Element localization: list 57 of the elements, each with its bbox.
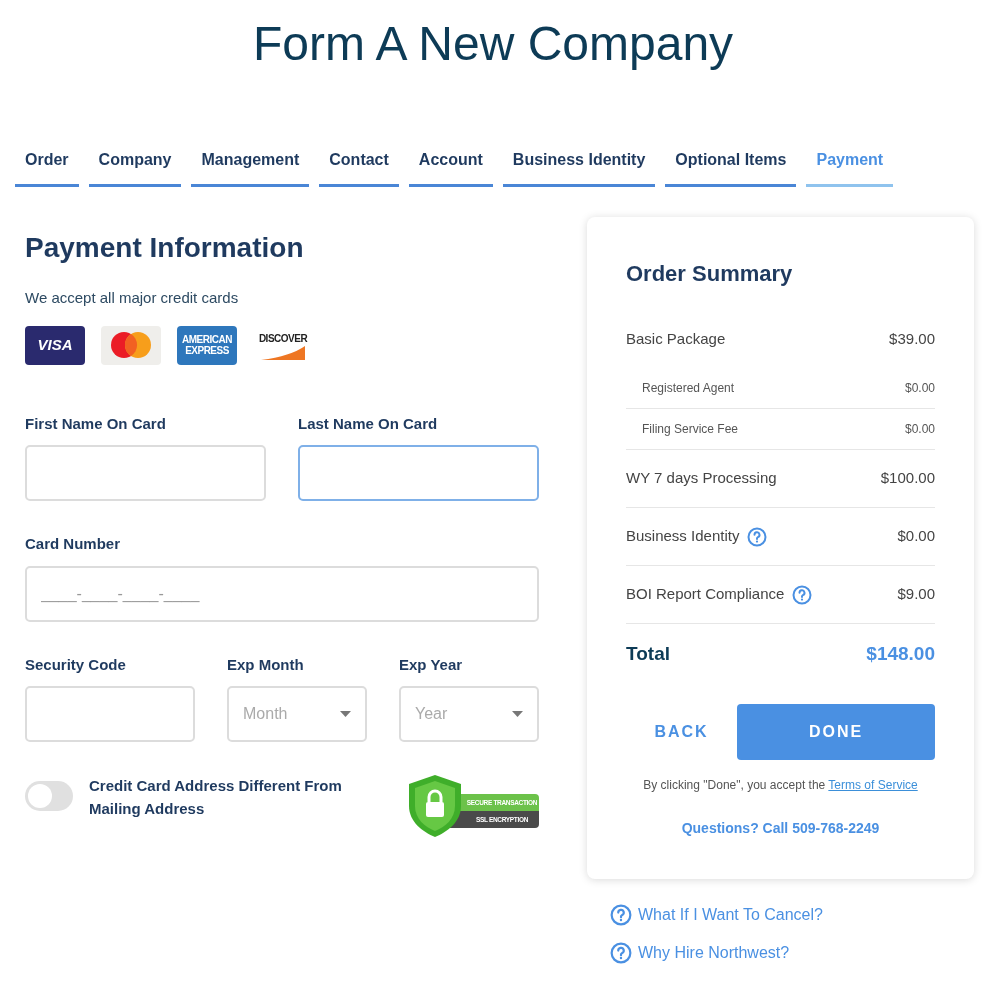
item-price: $0.00 [897, 526, 935, 547]
dropdown[interactable]: Year [399, 686, 539, 742]
step-tab[interactable]: Optional Items [665, 148, 797, 187]
step-tab[interactable]: Company [88, 148, 182, 187]
mastercard-logo [101, 325, 161, 365]
item-label: BOI Report Compliance [626, 584, 785, 605]
item-label: Registered Agent [642, 380, 735, 397]
amex-logo: AMERICAN EXPRESS [177, 325, 237, 365]
field-label: Card Number [25, 534, 122, 554]
total-label: Total [626, 641, 670, 666]
item-label: Business Identity [626, 526, 740, 547]
dropdown[interactable]: Month [227, 686, 367, 742]
field-label: Exp Month [227, 654, 305, 675]
visa-logo: VISA [25, 325, 85, 365]
accept-text: We accept all major credit cards [25, 288, 240, 308]
caret-icon [340, 711, 351, 717]
faq-link[interactable]: Why Hire Northwest? [638, 941, 790, 965]
item-label: Filing Service Fee [642, 421, 739, 438]
caret-icon [512, 711, 523, 717]
item-price: $100.00 [880, 468, 935, 489]
step-tab[interactable]: Management [191, 148, 310, 187]
help-icon[interactable] [747, 526, 768, 547]
field-label: First Name On Card [25, 413, 167, 434]
field-label: Exp Year [399, 654, 464, 675]
item-price: $0.00 [904, 380, 935, 397]
item-price: $9.00 [897, 584, 935, 605]
step-tab[interactable]: Contact [319, 148, 399, 187]
item-price: $0.00 [904, 421, 935, 438]
total-price: $148.00 [866, 641, 935, 666]
input-field[interactable] [25, 686, 195, 742]
item-price: $39.00 [889, 328, 935, 349]
faq-link[interactable]: What If I Want To Cancel? [638, 903, 823, 927]
input-field[interactable]: ____-____-____-____ [25, 565, 539, 622]
help-icon[interactable] [610, 942, 632, 964]
step-tab[interactable]: Payment [806, 148, 894, 187]
item-label: Basic Package [626, 328, 726, 349]
done-button[interactable]: DONE [737, 704, 935, 760]
terms-link[interactable]: Terms of Service [828, 778, 918, 792]
summary-heading: Order Summary [626, 260, 794, 288]
field-label: Security Code [25, 654, 127, 675]
step-tab[interactable]: Business Identity [502, 148, 656, 187]
field-label: Last Name On Card [298, 413, 439, 434]
terms-text: By clicking "Done", you accept the Terms of Service [642, 777, 919, 794]
section-heading: Payment Information [25, 231, 305, 265]
toggle-switch[interactable] [25, 781, 73, 811]
back-button[interactable]: BACK [626, 704, 737, 760]
step-tab[interactable]: Order [15, 148, 79, 187]
item-label: WY 7 days Processing [626, 468, 777, 489]
help-icon[interactable] [792, 584, 813, 605]
input-field[interactable] [298, 445, 539, 501]
phone-text: Questions? Call 509-768-2249 [680, 819, 881, 838]
page-title: Form A New Company [251, 16, 735, 72]
discover-logo: DISCOVER [253, 325, 313, 365]
step-tab[interactable]: Account [408, 148, 493, 187]
input-field[interactable] [25, 445, 266, 501]
help-icon[interactable] [610, 904, 632, 926]
toggle-label: Credit Card Address Different From Mailing Address [89, 776, 343, 819]
